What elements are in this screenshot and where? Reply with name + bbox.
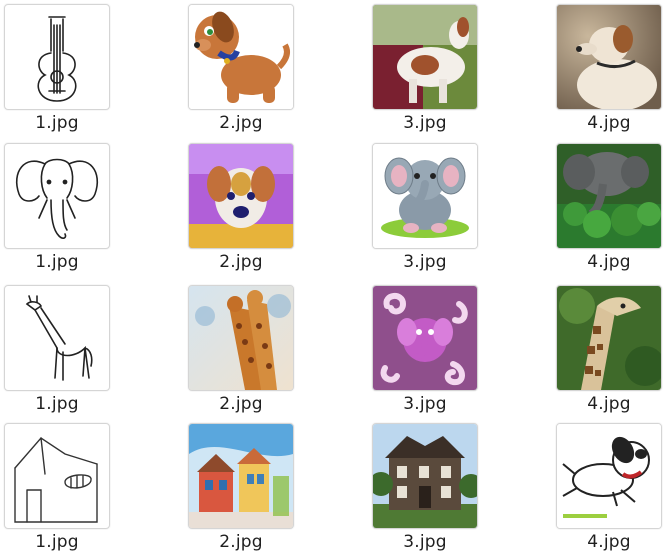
file-name-label: 2.jpg — [219, 532, 263, 552]
file-item[interactable]: 4.jpg — [556, 143, 666, 279]
file-item[interactable]: 1.jpg — [4, 423, 114, 559]
file-name-label: 4.jpg — [587, 252, 631, 272]
file-item[interactable]: 2.jpg — [188, 423, 298, 559]
house-photo-thumbnail — [372, 423, 478, 529]
file-item[interactable]: 4.jpg — [556, 285, 666, 421]
file-item[interactable]: 3.jpg — [372, 143, 482, 279]
file-name-label: 1.jpg — [35, 532, 79, 552]
file-name-label: 1.jpg — [35, 252, 79, 272]
colorful-dog-art-thumbnail — [188, 143, 294, 249]
file-item[interactable]: 1.jpg — [4, 4, 114, 140]
file-name-label: 4.jpg — [587, 394, 631, 414]
house-sketch-thumbnail — [4, 423, 110, 529]
file-item[interactable]: 4.jpg — [556, 4, 666, 140]
cartoon-elephant-thumbnail — [372, 143, 478, 249]
elephant-photo-thumbnail — [556, 143, 662, 249]
cartoon-dog-jumping-thumbnail — [556, 423, 662, 529]
file-item[interactable]: 1.jpg — [4, 285, 114, 421]
file-name-label: 1.jpg — [35, 113, 79, 133]
file-name-label: 2.jpg — [219, 113, 263, 133]
file-name-label: 3.jpg — [403, 532, 447, 552]
file-name-label: 3.jpg — [403, 252, 447, 272]
house-watercolor-thumbnail — [188, 423, 294, 529]
file-item[interactable]: 3.jpg — [372, 423, 482, 559]
file-name-label: 2.jpg — [219, 252, 263, 272]
file-item[interactable]: 2.jpg — [188, 4, 298, 140]
file-name-label: 1.jpg — [35, 394, 79, 414]
giraffe-photo-thumbnail — [556, 285, 662, 391]
file-name-label: 4.jpg — [587, 532, 631, 552]
file-name-label: 3.jpg — [403, 394, 447, 414]
giraffe-sketch-thumbnail — [4, 285, 110, 391]
dog-painting-thumbnail — [556, 4, 662, 110]
image-grid: 1.jpg 2.jpg 3.jpg 4.jpg 1.jpg 2.jpg 3.jp… — [0, 0, 666, 557]
file-item[interactable]: 3.jpg — [372, 4, 482, 140]
file-name-label: 2.jpg — [219, 394, 263, 414]
file-item[interactable]: 2.jpg — [188, 143, 298, 279]
file-item[interactable]: 1.jpg — [4, 143, 114, 279]
pink-elephant-art-thumbnail — [372, 285, 478, 391]
giraffe-painting-thumbnail — [188, 285, 294, 391]
file-item[interactable]: 3.jpg — [372, 285, 482, 421]
file-item[interactable]: 2.jpg — [188, 285, 298, 421]
file-item[interactable]: 4.jpg — [556, 423, 666, 559]
file-name-label: 3.jpg — [403, 113, 447, 133]
dog-photo-thumbnail — [372, 4, 478, 110]
guitar-sketch-thumbnail — [4, 4, 110, 110]
cartoon-dog-thumbnail — [188, 4, 294, 110]
file-name-label: 4.jpg — [587, 113, 631, 133]
elephant-sketch-thumbnail — [4, 143, 110, 249]
